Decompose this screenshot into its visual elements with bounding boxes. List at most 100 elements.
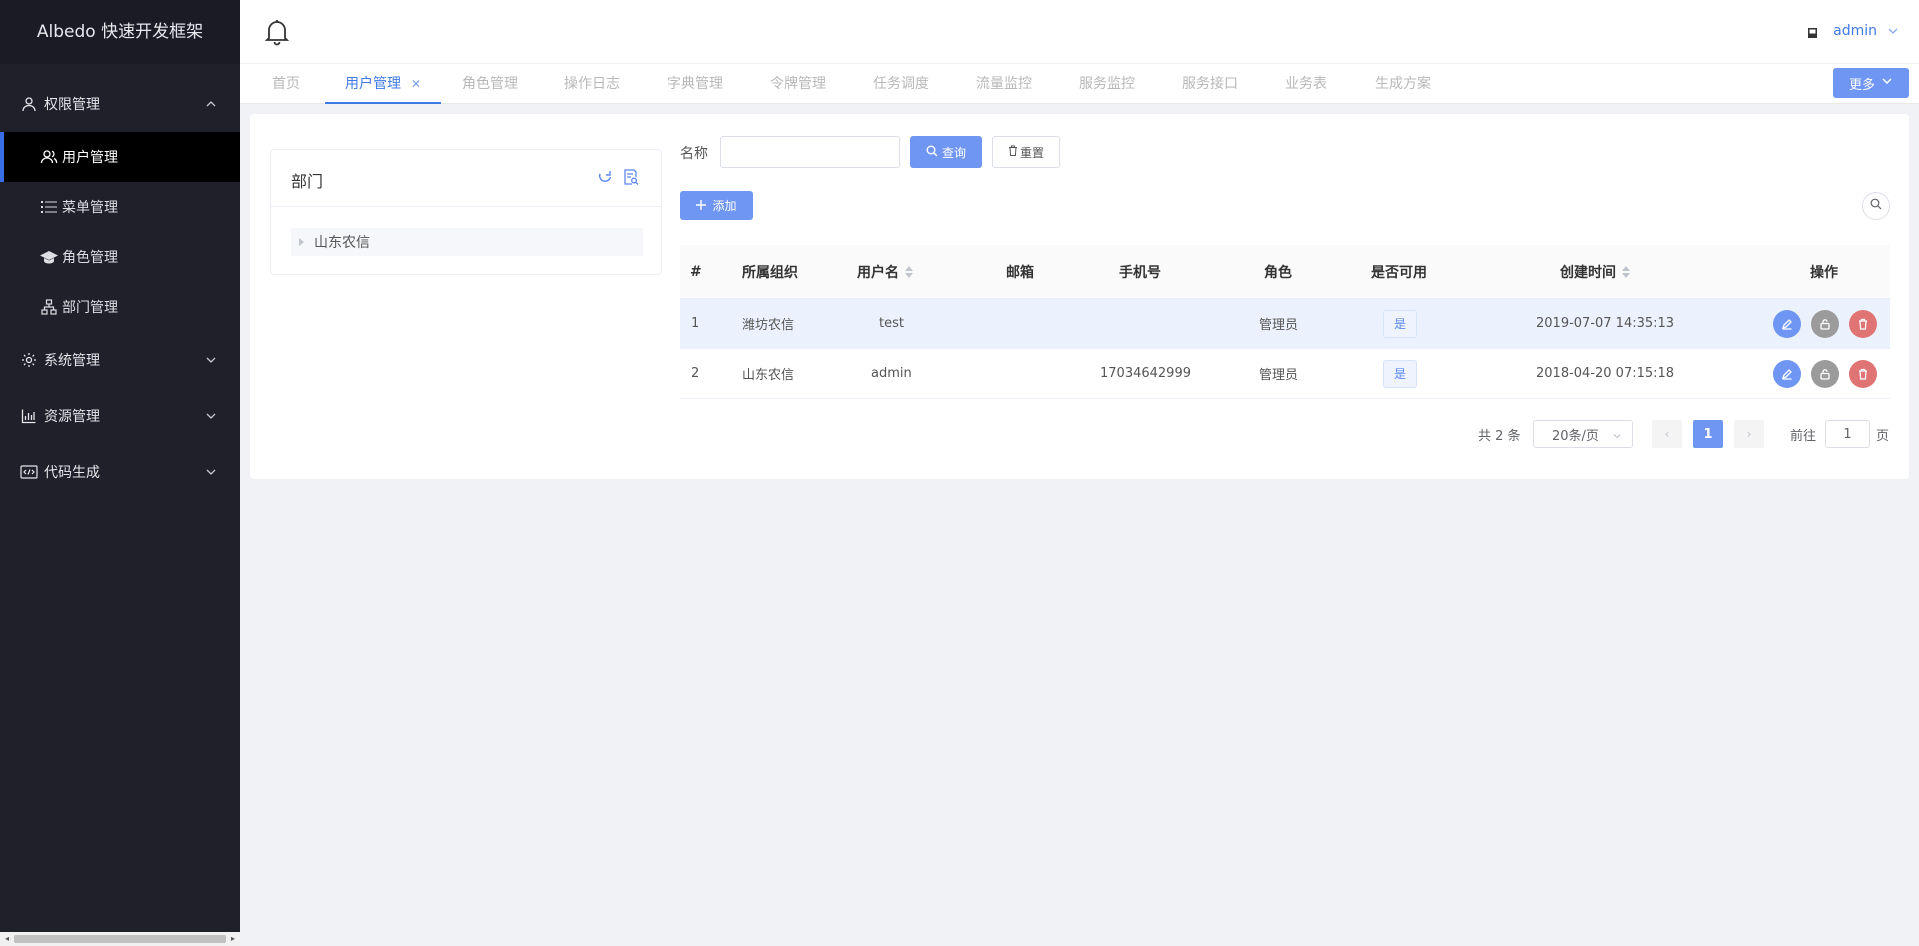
status-badge: 是: [1383, 309, 1417, 338]
tab-role-management[interactable]: 角色管理: [462, 64, 518, 104]
chevron-down-icon: [1887, 25, 1899, 37]
tab-label: 字典管理: [667, 76, 723, 92]
name-filter-input[interactable]: [720, 136, 900, 168]
tab-dict-management[interactable]: 字典管理: [667, 64, 723, 104]
col-phone: 手机号: [1119, 264, 1161, 281]
user-table: # 所属组织 用户名 邮箱 手机号 角色 是否可用 创建时间 操作 1 潍坊农信…: [680, 245, 1890, 399]
sidebar-group-system[interactable]: 系统管理: [0, 332, 240, 388]
list-icon: [40, 198, 58, 216]
tab-user-management[interactable]: 用户管理 ✕: [325, 64, 442, 104]
tab-label: 服务监控: [1079, 76, 1135, 92]
add-user-button[interactable]: 添加: [680, 191, 753, 220]
caret-right-icon[interactable]: [299, 238, 304, 246]
edit-button[interactable]: [1773, 359, 1801, 388]
sidebar-item-label: 菜单管理: [62, 200, 118, 216]
tab-traffic-monitor[interactable]: 流量监控: [976, 64, 1032, 104]
goto-label: 前往: [1790, 428, 1817, 444]
tab-gen-scheme[interactable]: 生成方案: [1375, 64, 1431, 104]
tab-label: 服务接口: [1182, 76, 1238, 92]
chevron-right-icon: ›: [1746, 427, 1752, 441]
gear-icon: [20, 351, 38, 369]
next-page-button[interactable]: ›: [1734, 420, 1764, 448]
col-created-label: 创建时间: [1560, 264, 1616, 281]
sort-icon[interactable]: [905, 265, 913, 278]
sidebar-item-dept-management[interactable]: 部门管理: [0, 282, 240, 332]
sort-icon[interactable]: [1622, 265, 1630, 278]
col-org: 所属组织: [742, 264, 798, 281]
cell-role: 管理员: [1259, 318, 1299, 333]
tab-label: 业务表: [1285, 76, 1327, 92]
search-icon: [1870, 198, 1882, 214]
tab-token-management[interactable]: 令牌管理: [770, 64, 826, 104]
cell-index: 2: [691, 366, 700, 381]
lock-icon: [1820, 318, 1830, 330]
code-icon: [20, 463, 38, 481]
cell-index: 1: [691, 316, 700, 331]
tab-task-scheduling[interactable]: 任务调度: [873, 64, 929, 104]
bell-icon[interactable]: [264, 18, 290, 46]
table-row[interactable]: 1 潍坊农信 test 管理员 是 2019-07-07 14:35:13: [680, 299, 1890, 349]
cell-org: 潍坊农信: [742, 318, 795, 333]
tab-home[interactable]: 首页: [272, 64, 300, 104]
page-suffix: 页: [1876, 428, 1890, 444]
query-button[interactable]: 查询: [910, 136, 982, 168]
reset-button[interactable]: 重置: [992, 136, 1060, 168]
name-filter-label: 名称: [680, 146, 708, 162]
cell-actions: [1773, 299, 1877, 348]
plus-icon: [696, 199, 707, 213]
goto-page-input[interactable]: 1: [1825, 420, 1870, 448]
scroll-right-icon[interactable]: ▸: [228, 934, 238, 944]
page-size-value: 20条/页: [1552, 428, 1599, 444]
tab-label: 用户管理: [345, 76, 401, 92]
avatar: [1808, 26, 1818, 38]
lock-button[interactable]: [1811, 309, 1839, 338]
page-number-current[interactable]: 1: [1693, 420, 1723, 448]
tab-label: 生成方案: [1375, 76, 1431, 92]
sidebar-group-permission[interactable]: 权限管理: [0, 76, 240, 132]
delete-button[interactable]: [1849, 309, 1877, 338]
table-row[interactable]: 2 山东农信 admin 17034642999 管理员 是 2018-04-2…: [680, 349, 1890, 399]
refresh-icon[interactable]: [597, 169, 613, 185]
more-tabs-button[interactable]: 更多: [1833, 68, 1909, 98]
sidebar-horizontal-scrollbar[interactable]: ◂ ▸: [0, 932, 240, 946]
search-file-icon[interactable]: [623, 169, 639, 185]
scrollbar-thumb[interactable]: [14, 935, 226, 943]
col-actions: 操作: [1810, 264, 1838, 281]
col-email: 邮箱: [1006, 264, 1034, 281]
chevron-left-icon: ‹: [1664, 427, 1670, 441]
user-menu[interactable]: admin: [1808, 23, 1899, 39]
col-index: #: [690, 263, 702, 280]
sidebar-item-user-management[interactable]: 用户管理: [0, 132, 240, 182]
toggle-search-button[interactable]: [1862, 192, 1890, 220]
tree-node-root[interactable]: 山东农信: [291, 228, 643, 256]
sidebar-group-resource[interactable]: 资源管理: [0, 388, 240, 444]
sidebar-group-label: 系统管理: [44, 353, 100, 369]
scroll-left-icon[interactable]: ◂: [2, 934, 12, 944]
col-created[interactable]: 创建时间: [1560, 245, 1630, 298]
bar-chart-icon: [20, 407, 38, 425]
sidebar-item-role-management[interactable]: 角色管理: [0, 232, 240, 282]
lock-button[interactable]: [1811, 359, 1839, 388]
prev-page-button[interactable]: ‹: [1652, 420, 1682, 448]
tab-operation-log[interactable]: 操作日志: [564, 64, 620, 104]
tab-business-table[interactable]: 业务表: [1285, 64, 1327, 104]
col-username[interactable]: 用户名: [857, 245, 913, 298]
sidebar-item-menu-management[interactable]: 菜单管理: [0, 182, 240, 232]
close-icon[interactable]: ✕: [411, 77, 421, 91]
tab-label: 首页: [272, 76, 300, 92]
tab-label: 操作日志: [564, 76, 620, 92]
dept-title: 部门: [291, 172, 324, 191]
username-label: admin: [1833, 23, 1877, 39]
graduation-cap-icon: [40, 248, 58, 266]
delete-button[interactable]: [1849, 359, 1877, 388]
sidebar-item-label: 角色管理: [62, 250, 118, 266]
chevron-down-icon: [204, 353, 218, 367]
pencil-icon: [1781, 368, 1792, 380]
page-size-select[interactable]: 20条/页: [1533, 420, 1633, 448]
tab-service-api[interactable]: 服务接口: [1182, 64, 1238, 104]
sidebar-group-codegen[interactable]: 代码生成: [0, 444, 240, 500]
edit-button[interactable]: [1773, 309, 1801, 338]
dept-tree-card: 部门 山东农信: [270, 149, 662, 275]
tab-service-monitor[interactable]: 服务监控: [1079, 64, 1135, 104]
reset-label: 重置: [1019, 145, 1044, 160]
